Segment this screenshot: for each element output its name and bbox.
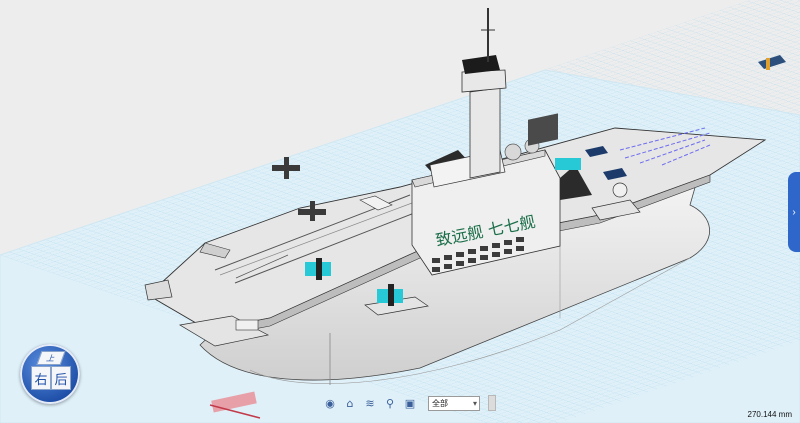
eye-icon[interactable]: ◉	[322, 395, 338, 411]
view-cube-right-face[interactable]: 右	[31, 366, 51, 390]
toolbar-scroll-handle[interactable]	[488, 395, 496, 411]
side-panel-toggle[interactable]: ›	[788, 172, 800, 252]
deck-vehicle[interactable]	[235, 319, 259, 331]
radar-dish[interactable]	[612, 182, 628, 198]
view-cube-back-face[interactable]: 后	[51, 366, 71, 390]
model-scene[interactable]: 致远舰 七七舰	[0, 0, 800, 423]
3d-viewport[interactable]: 致远舰 七七舰 上 右 后 ◉ ⌂ ≋ ⚲ ▣ 全部 ▾ › 270.144 m…	[0, 0, 800, 423]
chevron-right-icon: ›	[792, 206, 796, 218]
aircraft-3[interactable]	[555, 158, 581, 170]
zoom-icon[interactable]: ⚲	[382, 395, 398, 411]
view-cube-top-face[interactable]: 上	[36, 351, 66, 365]
view-toolbar: ◉ ⌂ ≋ ⚲ ▣ 全部	[318, 392, 502, 414]
fit-icon[interactable]: ▣	[402, 395, 418, 411]
home-icon[interactable]: ⌂	[342, 395, 358, 411]
display-filter-select[interactable]: 全部	[428, 395, 480, 411]
view-cube[interactable]: 上 右 后	[20, 344, 80, 404]
layers-icon[interactable]: ≋	[362, 395, 378, 411]
dimension-readout: 270.144 mm	[747, 410, 792, 419]
